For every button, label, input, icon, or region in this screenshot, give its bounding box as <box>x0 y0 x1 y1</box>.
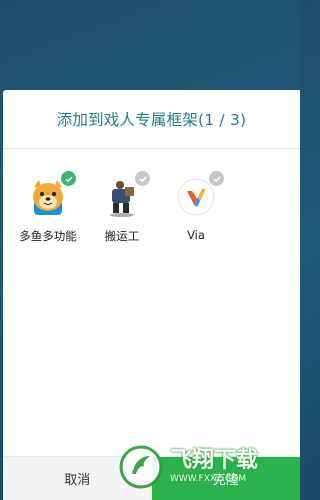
porter-figure-icon <box>102 171 150 217</box>
selected-check-icon <box>61 171 76 186</box>
watermark-title: 飞翔下载 <box>170 448 259 473</box>
watermark-logo-icon <box>119 445 163 489</box>
app-grid: 多鱼多功能 搬运工 Via <box>3 149 300 439</box>
clone-dialog: 添加到戏人专属框架(1 / 3) 多鱼多功能 搬运工 Via 取消 克隆 <box>3 90 300 500</box>
app-label: 多鱼多功能 <box>19 229 77 243</box>
doge-cartoon-icon <box>28 171 76 217</box>
app-label: Via <box>187 228 205 242</box>
site-watermark: 飞翔下载 WWW.FXXZ.COM <box>118 440 288 494</box>
app-item-via[interactable]: Via <box>163 171 229 242</box>
unselected-check-icon <box>209 171 224 186</box>
dialog-title: 添加到戏人专属框架(1 / 3) <box>56 111 247 129</box>
watermark-url: WWW.FXXZ.COM <box>170 474 247 484</box>
app-label: 搬运工 <box>104 229 140 243</box>
app-item-banyungong[interactable]: 搬运工 <box>89 171 155 244</box>
via-browser-icon <box>176 171 224 217</box>
app-item-duoyu[interactable]: 多鱼多功能 <box>15 171 81 244</box>
unselected-check-icon <box>135 171 150 186</box>
